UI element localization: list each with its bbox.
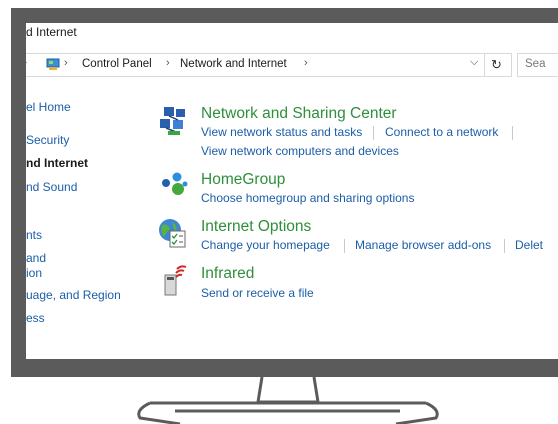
network-sharing-icon — [160, 107, 185, 135]
link-divider — [512, 126, 513, 140]
sidebar-item-appearance-line2[interactable]: ion — [26, 266, 42, 280]
delete-browsing-history-link[interactable]: Delet — [515, 238, 543, 252]
internet-options-title[interactable]: Internet Options — [201, 218, 311, 236]
breadcrumb-separator-icon: › — [304, 57, 308, 69]
homegroup-title[interactable]: HomeGroup — [201, 171, 285, 189]
link-divider — [344, 239, 345, 253]
chevron-down-icon[interactable]: ⌵ — [470, 56, 478, 69]
homegroup-icon — [162, 172, 188, 195]
breadcrumb-separator-icon: › — [166, 57, 170, 69]
sidebar-item-system-and-security[interactable]: Security — [26, 133, 69, 147]
infrared-icon — [164, 265, 187, 296]
breadcrumb-control-panel[interactable]: Control Panel — [82, 58, 152, 70]
sidebar-item-user-accounts[interactable]: nts — [26, 228, 42, 242]
sidebar-item-ease-of-access[interactable]: ess — [26, 311, 45, 325]
link-divider — [504, 239, 505, 253]
control-panel-icon — [46, 58, 60, 70]
network-sharing-center-title[interactable]: Network and Sharing Center — [201, 105, 397, 123]
breadcrumb-separator-icon: › — [64, 57, 68, 69]
search-input[interactable]: Sea — [517, 53, 558, 77]
breadcrumb-network-and-internet[interactable]: Network and Internet — [180, 58, 287, 70]
window-title: d Internet — [26, 25, 77, 39]
infrared-title[interactable]: Infrared — [201, 265, 254, 283]
sidebar-item-appearance-line1[interactable]: and — [26, 251, 46, 265]
connect-to-network-link[interactable]: Connect to a network — [385, 125, 498, 139]
send-receive-file-link[interactable]: Send or receive a file — [201, 286, 314, 300]
monitor-screen: d Internet ↑ › Control Panel › Network a… — [26, 23, 558, 359]
view-network-status-link[interactable]: View network status and tasks — [201, 125, 362, 139]
refresh-icon[interactable]: ↻ — [484, 53, 508, 77]
sidebar-item-network-and-internet: nd Internet — [26, 156, 88, 170]
change-homepage-link[interactable]: Change your homepage — [201, 238, 330, 252]
manage-add-ons-link[interactable]: Manage browser add-ons — [355, 238, 491, 252]
up-arrow-icon[interactable]: ↑ — [26, 56, 29, 71]
choose-homegroup-link[interactable]: Choose homegroup and sharing options — [201, 191, 414, 205]
sidebar-item-hardware-and-sound[interactable]: nd Sound — [26, 180, 77, 194]
internet-options-icon — [159, 219, 186, 248]
sidebar-item-clock-language-region[interactable]: uage, and Region — [26, 288, 121, 302]
link-divider — [373, 126, 374, 140]
sidebar-item-control-panel-home[interactable]: el Home — [26, 100, 71, 114]
view-network-computers-link[interactable]: View network computers and devices — [201, 144, 399, 158]
